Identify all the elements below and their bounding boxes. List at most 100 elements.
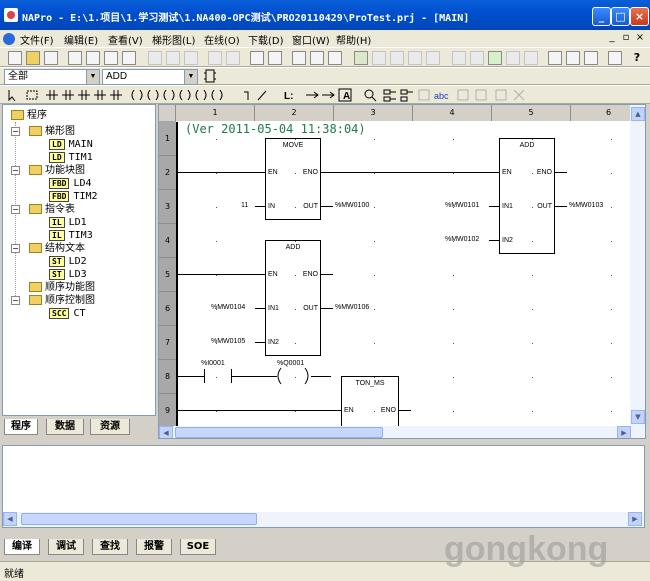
maximize-button[interactable]: □ (611, 7, 630, 26)
scroll-left-icon[interactable]: ◀ (159, 426, 173, 438)
tab-find[interactable]: 查找 (92, 539, 128, 555)
output-horizontal-scrollbar[interactable]: ◀ ▶ (3, 512, 644, 527)
menu-edit[interactable]: 编辑(E) (64, 32, 98, 47)
menu-window[interactable]: 窗口(W) (292, 32, 330, 47)
new-icon[interactable] (8, 51, 22, 65)
cascade-icon[interactable] (548, 51, 562, 65)
tree-item-ld3[interactable]: ST LD3 (49, 268, 87, 281)
row-number[interactable]: 9 (159, 394, 176, 428)
scroll-right-icon[interactable]: ▶ (617, 426, 631, 438)
stop-icon[interactable] (408, 51, 422, 65)
doc-icon[interactable] (3, 33, 15, 45)
add1-out-operand[interactable]: %MW0103 (569, 202, 603, 209)
scroll-right-icon[interactable]: ▶ (628, 512, 642, 526)
disconnect-icon[interactable] (372, 51, 386, 65)
row-number[interactable]: 1 (159, 122, 176, 156)
contact-operand[interactable]: %I0001 (201, 360, 225, 367)
column-header[interactable]: 1 (176, 105, 255, 121)
menu-online[interactable]: 在线(O) (204, 32, 240, 47)
tab-resource[interactable]: 资源 (90, 419, 130, 435)
add1-in1-operand[interactable]: %MW0101 (445, 202, 479, 209)
column-header[interactable]: 3 (334, 105, 413, 121)
version-comment[interactable]: (Ver 2011-05-04 11:38:04) (185, 122, 366, 136)
tree-item-tim2[interactable]: FBD TIM2 (49, 190, 98, 203)
tree-item-main[interactable]: LD MAIN (49, 138, 93, 151)
tree-item-tim1[interactable]: LD TIM1 (49, 151, 93, 164)
redo-icon[interactable] (226, 51, 240, 65)
tree-group-il[interactable]: 指令表 (29, 203, 75, 216)
menu-download[interactable]: 下载(D) (248, 32, 284, 47)
chevron-down-icon[interactable]: ▼ (184, 70, 197, 84)
menu-ladder[interactable]: 梯形图(L) (152, 32, 195, 47)
tab-compile[interactable]: 编译 (4, 539, 40, 555)
print-icon[interactable] (608, 51, 622, 65)
row-number[interactable]: 3 (159, 190, 176, 224)
add-block-2[interactable]: ADD EN ENO IN1 OUT IN2 (265, 240, 321, 356)
tile-v-icon[interactable] (584, 51, 598, 65)
mdi-restore-button[interactable]: ▫ (620, 32, 632, 43)
menu-file[interactable]: 文件(F) (20, 32, 54, 47)
row-number[interactable]: 5 (159, 258, 176, 292)
coil-operand[interactable]: %Q0001 (277, 360, 304, 367)
horizontal-scrollbar[interactable]: ◀ ▶ (159, 426, 645, 438)
refresh-icon[interactable] (426, 51, 440, 65)
down-arrow-icon[interactable] (452, 51, 466, 65)
collapse-icon[interactable]: − (11, 127, 20, 136)
vertical-scrollbar[interactable]: ▲ ▼ (630, 105, 645, 426)
row-number[interactable]: 4 (159, 224, 176, 258)
mdi-minimize-button[interactable]: _ (606, 32, 618, 43)
tab-soe[interactable]: SOE (180, 539, 216, 555)
find-replace-icon[interactable] (268, 51, 282, 65)
compare-icon[interactable] (524, 51, 538, 65)
output-pane[interactable]: ◀ ▶ (2, 445, 645, 528)
window1-icon[interactable] (292, 51, 306, 65)
minimize-button[interactable]: _ (592, 7, 611, 26)
copy-page-icon[interactable] (86, 51, 100, 65)
grid-icon[interactable] (328, 51, 342, 65)
undo-icon[interactable] (208, 51, 222, 65)
tree-group-fbd[interactable]: 功能块图 (29, 164, 85, 177)
tree-item-ld2[interactable]: ST LD2 (49, 255, 87, 268)
tab-program[interactable]: 程序 (4, 419, 38, 435)
chevron-down-icon[interactable]: ▼ (86, 70, 99, 84)
tree-item-ct[interactable]: SCC CT (49, 307, 86, 320)
close-button[interactable]: × (630, 7, 649, 26)
ladder-tools-strip[interactable]: L: A abc (0, 86, 650, 105)
instruction-combo[interactable]: ADD ▼ (102, 69, 198, 85)
scroll-up-icon[interactable]: ▲ (631, 107, 645, 121)
tree-item-tim3[interactable]: IL TIM3 (49, 229, 93, 242)
upload-icon[interactable] (390, 51, 404, 65)
column-header[interactable]: 5 (492, 105, 571, 121)
tree-root[interactable]: 程序 (11, 109, 47, 122)
copy-icon[interactable] (166, 51, 180, 65)
scroll-left-icon[interactable]: ◀ (3, 512, 17, 526)
tree-group-scc[interactable]: 顺序控制图 (29, 294, 95, 307)
insert-instruction-icon[interactable] (204, 69, 218, 83)
menu-help[interactable]: 帮助(H) (336, 32, 371, 47)
tab-data[interactable]: 数据 (46, 419, 84, 435)
paste-icon[interactable] (184, 51, 198, 65)
stack-icon[interactable] (122, 51, 136, 65)
tile-h-icon[interactable] (566, 51, 580, 65)
tree-group-sfc[interactable]: 顺序功能图 (29, 281, 95, 294)
tree-group-ladder[interactable]: 梯形图 (29, 125, 75, 138)
scope-combo[interactable]: 全部 ▼ (4, 69, 100, 85)
doc-download-icon[interactable] (470, 51, 484, 65)
tree-item-ld4[interactable]: FBD LD4 (49, 177, 92, 190)
find-icon[interactable] (250, 51, 264, 65)
pages-icon[interactable] (104, 51, 118, 65)
tab-debug[interactable]: 调试 (48, 539, 84, 555)
scroll-thumb[interactable] (21, 513, 257, 525)
move-block[interactable]: MOVE EN ENO IN OUT (265, 138, 321, 220)
column-header[interactable]: 4 (413, 105, 492, 121)
add1-in2-operand[interactable]: %MW0102 (445, 236, 479, 243)
collapse-icon[interactable]: − (11, 205, 20, 214)
scroll-down-icon[interactable]: ▼ (631, 410, 645, 424)
help-icon[interactable]: ? (630, 51, 644, 65)
open-icon[interactable] (26, 51, 40, 65)
menu-view[interactable]: 查看(V) (108, 32, 143, 47)
collapse-icon[interactable]: − (11, 296, 20, 305)
window2-icon[interactable] (310, 51, 324, 65)
add-block-1[interactable]: ADD EN ENO IN1 OUT IN2 (499, 138, 555, 254)
tree-item-ld1[interactable]: IL LD1 (49, 216, 87, 229)
